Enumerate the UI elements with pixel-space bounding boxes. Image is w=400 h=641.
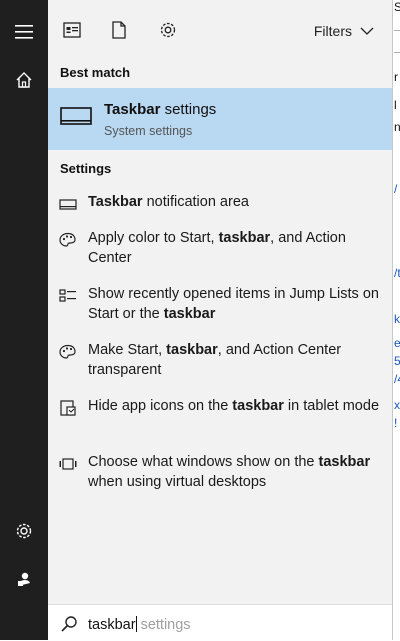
list-item[interactable]: Hide app icons on the taskbar in tablet … bbox=[48, 396, 392, 440]
filters-label: Filters bbox=[313, 23, 352, 39]
documents-icon[interactable] bbox=[105, 16, 133, 44]
best-match-result[interactable]: Taskbar settings System settings bbox=[48, 88, 392, 150]
list-item-label: Choose what windows show on the taskbar … bbox=[88, 454, 371, 490]
jumplist-icon bbox=[59, 289, 76, 302]
search-suggestion: settings bbox=[136, 617, 191, 633]
background-link[interactable]: k/ bbox=[394, 312, 400, 326]
search-icon bbox=[61, 616, 77, 632]
best-match-header: Best match bbox=[60, 65, 131, 80]
palette-icon bbox=[59, 344, 76, 359]
divider bbox=[394, 52, 400, 53]
search-box[interactable]: taskbar settings bbox=[48, 604, 392, 641]
user-icon[interactable] bbox=[0, 555, 48, 603]
search-toolbar: Filters bbox=[48, 0, 392, 60]
list-item[interactable]: Choose what windows show on the taskbar … bbox=[48, 452, 392, 496]
start-rail bbox=[0, 0, 48, 640]
settings-icon[interactable] bbox=[0, 507, 48, 555]
best-match-subtitle: System settings bbox=[104, 124, 193, 138]
background-link[interactable]: 5 bbox=[394, 354, 400, 368]
filters-button[interactable]: Filters bbox=[314, 20, 374, 42]
palette-icon bbox=[59, 232, 76, 247]
background-link[interactable]: / bbox=[394, 182, 397, 196]
search-flyout: Filters Best match Taskbar settings Syst… bbox=[48, 0, 392, 641]
list-item-label: Show recently opened items in Jump Lists… bbox=[88, 286, 379, 322]
search-input[interactable]: taskbar settings bbox=[88, 616, 191, 633]
background-text: l bbox=[394, 98, 397, 112]
taskbar-icon bbox=[60, 107, 92, 125]
tablet-icon bbox=[60, 400, 76, 416]
list-item[interactable]: Taskbar notification area bbox=[48, 192, 392, 216]
list-item-label: Make Start, taskbar, and Action Center t… bbox=[88, 342, 342, 378]
chevron-down-icon bbox=[360, 27, 374, 35]
list-item[interactable]: Make Start, taskbar, and Action Center t… bbox=[48, 340, 392, 384]
background-link[interactable]: x bbox=[394, 398, 400, 412]
background-text: n bbox=[394, 120, 400, 134]
home-icon[interactable] bbox=[0, 56, 48, 104]
virtual-desktop-icon bbox=[59, 458, 77, 470]
list-item-label: Apply color to Start, taskbar, and Actio… bbox=[88, 230, 346, 266]
background-link[interactable]: e bbox=[394, 336, 400, 350]
settings-header: Settings bbox=[60, 161, 112, 176]
list-item[interactable]: Show recently opened items in Jump Lists… bbox=[48, 284, 392, 328]
background-window: S r l n / /t k/ e 5 /4 x ! bbox=[392, 0, 400, 640]
background-link[interactable]: ! bbox=[394, 416, 397, 430]
hamburger-menu-icon[interactable] bbox=[0, 8, 48, 56]
background-link[interactable]: /t bbox=[394, 266, 400, 280]
taskbar-icon bbox=[59, 199, 77, 210]
divider bbox=[394, 30, 400, 31]
background-text: S bbox=[394, 0, 400, 14]
settings-icon[interactable] bbox=[154, 16, 182, 44]
background-link[interactable]: /4 bbox=[394, 372, 400, 386]
apps-icon[interactable] bbox=[58, 16, 86, 44]
list-item[interactable]: Apply color to Start, taskbar, and Actio… bbox=[48, 228, 392, 272]
list-item-label: Taskbar notification area bbox=[88, 194, 249, 210]
list-item-label: Hide app icons on the taskbar in tablet … bbox=[88, 398, 380, 414]
background-text: r bbox=[394, 70, 398, 84]
best-match-title: Taskbar settings bbox=[104, 101, 217, 118]
